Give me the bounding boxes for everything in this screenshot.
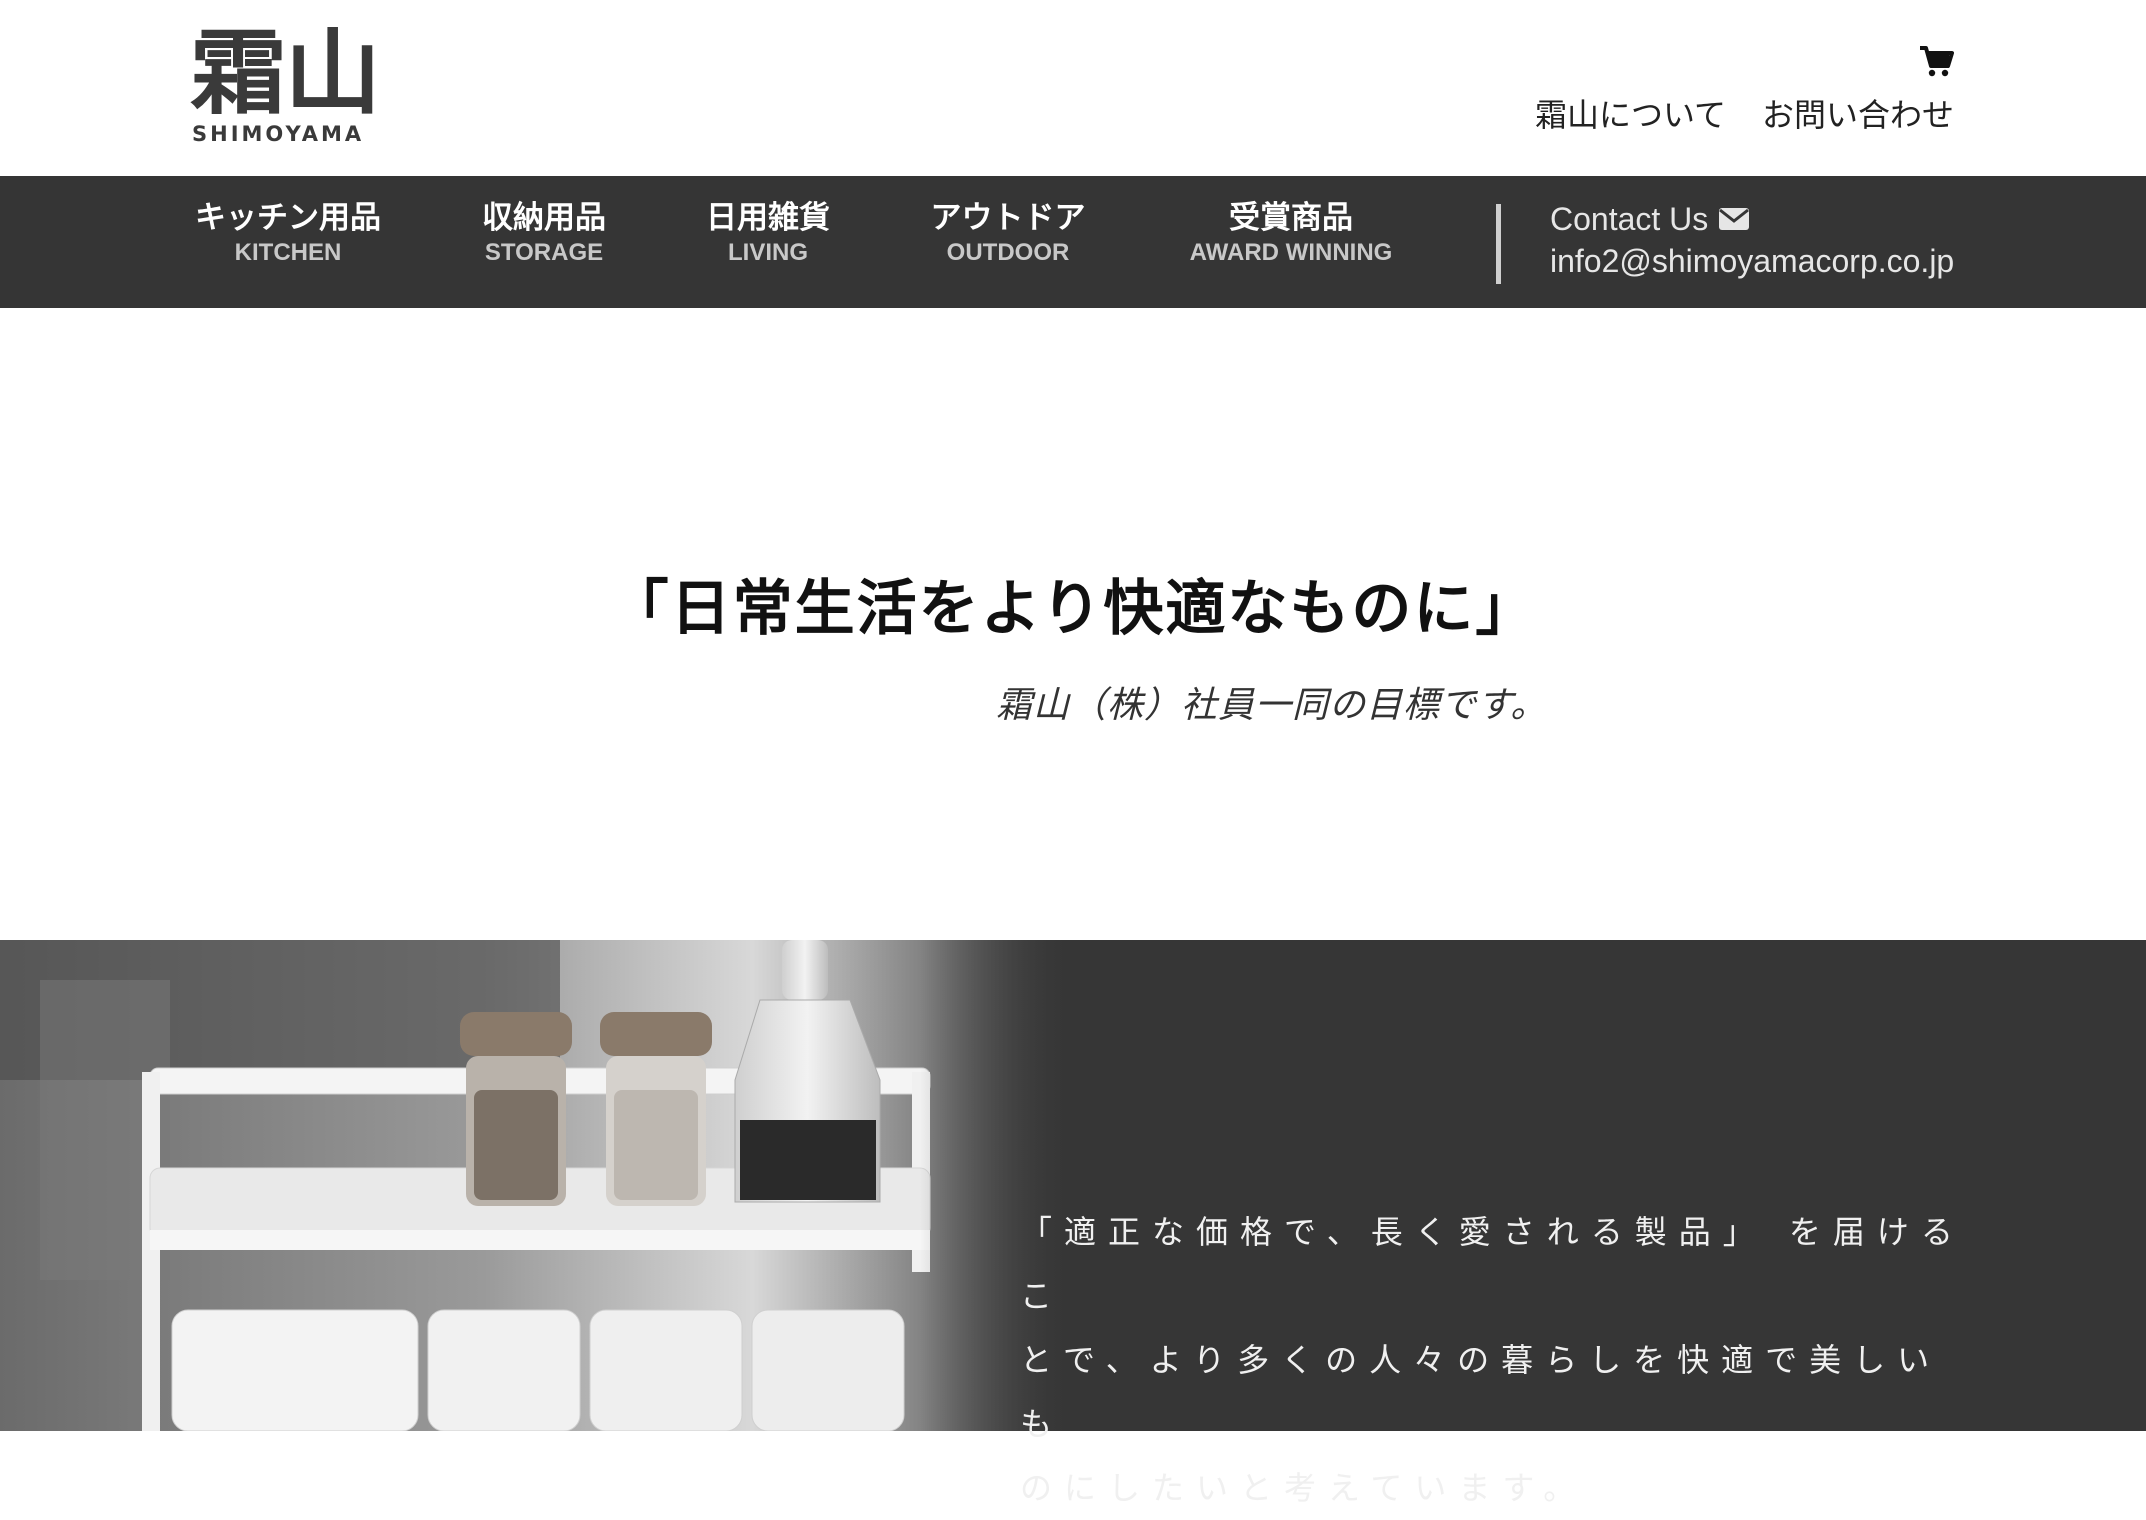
hero-subtitle: 霜山（株）社員一同の目標です。: [996, 685, 1548, 726]
nav-label-jp: 日用雑貨: [706, 200, 830, 236]
link-inquiry[interactable]: お問い合わせ: [1762, 90, 1954, 136]
hero-title: 「日常生活をより快適なものに」: [608, 574, 1538, 644]
nav-divider: [1496, 204, 1501, 284]
nav-item-kitchen[interactable]: キッチン用品 KITCHEN: [190, 198, 386, 268]
nav-label-en: KITCHEN: [234, 239, 342, 266]
feature-line: とで、より多くの人々の暮らしを快適で美しいも: [1020, 1341, 1942, 1443]
nav-item-outdoor[interactable]: アウトドア OUTDOOR: [922, 198, 1094, 268]
contact-block: Contact Us info2@shimoyamacorp.co.jp: [1550, 198, 1954, 282]
contact-label[interactable]: Contact Us: [1550, 198, 1708, 240]
feature-line: のにしたいと考えています。: [1020, 1469, 1588, 1507]
contact-email[interactable]: info2@shimoyamacorp.co.jp: [1550, 240, 1954, 282]
nav-item-living[interactable]: 日用雑貨 LIVING: [700, 198, 836, 268]
nav-label-jp: キッチン用品: [195, 200, 381, 236]
nav-label-jp: 受賞商品: [1229, 200, 1353, 236]
nav-label-en: AWARD WINNING: [1189, 239, 1393, 266]
nav-item-storage[interactable]: 収納用品 STORAGE: [474, 198, 614, 268]
logo-roman: SHIMOYAMA: [192, 122, 365, 146]
nav-label-en: LIVING: [727, 239, 808, 266]
cart-icon[interactable]: [1918, 44, 1954, 78]
nav-label-jp: アウトドア: [930, 200, 1086, 236]
link-about[interactable]: 霜山について: [1535, 90, 1726, 136]
nav-label-jp: 収納用品: [482, 200, 606, 236]
nav-label-en: OUTDOOR: [946, 239, 1070, 266]
top-links: 霜山について お問い合わせ: [1535, 90, 1954, 136]
main-nav: キッチン用品 KITCHEN 収納用品 STORAGE 日用雑貨 LIVING …: [0, 176, 2146, 308]
nav-label-en: STORAGE: [484, 239, 604, 266]
feature-line: 「適正な価格で、長く愛される製品」 を届けるこ: [1020, 1213, 1965, 1315]
site-logo[interactable]: 霜山 SHIMOYAMA: [190, 28, 396, 148]
product-photo: [0, 940, 1075, 1431]
feature-text: 「適正な価格で、長く愛される製品」 を届けるこ とで、より多くの人々の暮らしを快…: [1020, 1200, 1970, 1520]
envelope-icon: [1719, 208, 1750, 230]
site-header: 霜山 SHIMOYAMA 霜山について お問い合わせ: [0, 0, 2146, 176]
logo-kanji: 霜山: [190, 20, 381, 127]
nav-item-award[interactable]: 受賞商品 AWARD WINNING: [1180, 198, 1402, 268]
